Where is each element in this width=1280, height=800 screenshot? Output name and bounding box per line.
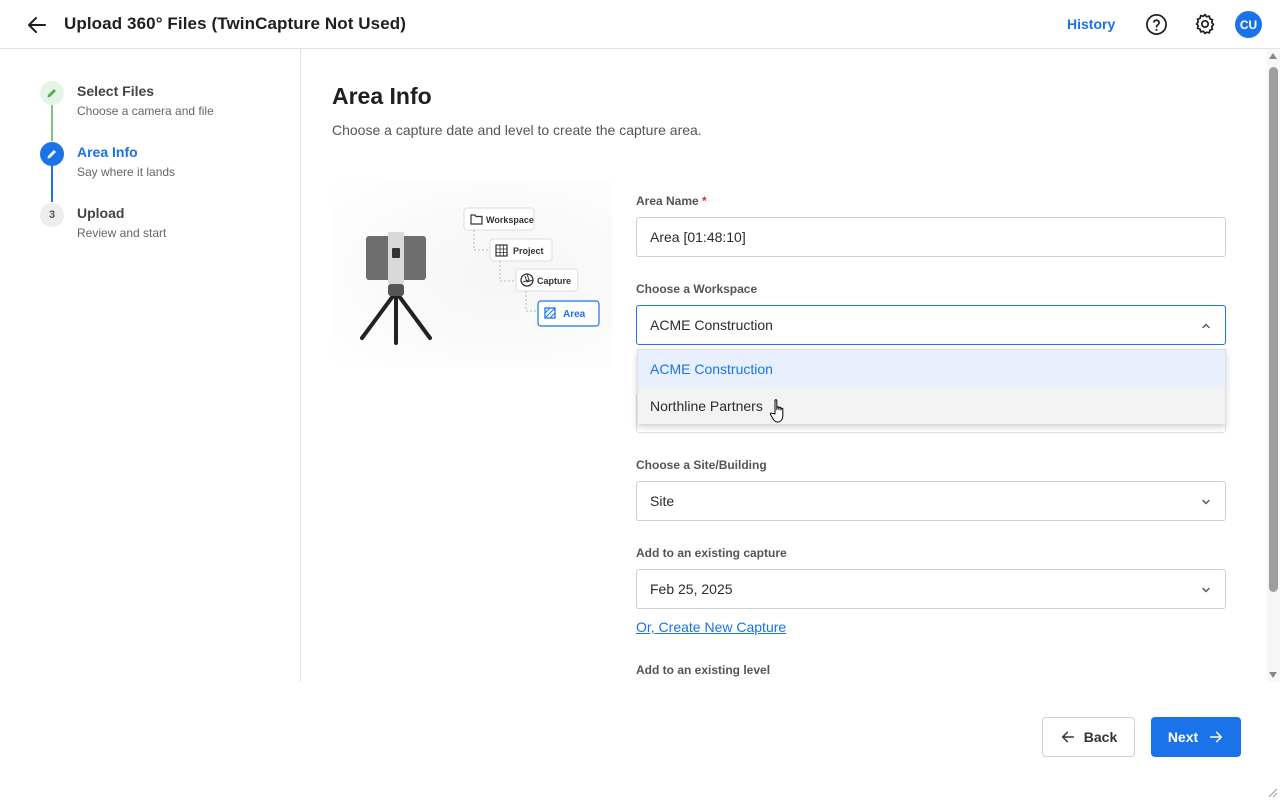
page-subtitle: Choose a capture date and level to creat… <box>332 122 702 138</box>
step-subtitle: Say where it lands <box>77 165 176 179</box>
tree-area: Area <box>537 300 600 327</box>
step-upload[interactable]: 3 Upload Review and start <box>40 203 280 243</box>
workspace-dropdown-menu: ACME Construction Northline Partners <box>637 349 1226 424</box>
step-title: Area Info <box>77 144 138 160</box>
workspace-selected-value: ACME Construction <box>650 317 773 333</box>
chevron-down-icon <box>1202 499 1210 505</box>
help-icon[interactable] <box>1145 13 1168 36</box>
scrollbar-thumb[interactable] <box>1269 67 1278 592</box>
step-subtitle: Review and start <box>77 226 167 240</box>
wizard-footer: Back Next <box>0 682 1280 800</box>
history-link[interactable]: History <box>1067 16 1115 32</box>
site-label: Choose a Site/Building <box>636 458 767 472</box>
tree-label: Project <box>513 246 544 256</box>
chevron-down-icon <box>1202 587 1210 593</box>
scroll-down-arrow-icon[interactable] <box>1269 672 1277 678</box>
capture-select[interactable]: Feb 25, 2025 <box>636 569 1226 609</box>
gear-icon[interactable] <box>1193 12 1217 36</box>
area-name-label: Area Name * <box>636 194 707 208</box>
capture-label: Add to an existing capture <box>636 546 787 560</box>
hierarchy-illustration: Workspace Project Capture Area <box>332 180 612 368</box>
tree-workspace: Workspace <box>463 207 535 231</box>
pencil-icon <box>47 150 56 159</box>
step-title: Upload <box>77 205 125 221</box>
back-button[interactable]: Back <box>1042 717 1135 757</box>
arrow-right-icon <box>1210 731 1223 743</box>
next-button[interactable]: Next <box>1151 717 1241 757</box>
resize-grip-icon[interactable] <box>1266 786 1278 798</box>
arrow-left-icon <box>1061 731 1074 743</box>
next-button-label: Next <box>1167 729 1199 745</box>
tree-label: Area <box>563 309 586 320</box>
main-scrollbar[interactable] <box>1267 49 1280 682</box>
step-active-indicator <box>40 142 64 166</box>
site-select[interactable]: Site <box>636 481 1226 521</box>
camera-tripod-illustration: Workspace Project Capture Area <box>360 207 600 345</box>
workspace-select[interactable]: ACME Construction <box>636 305 1226 345</box>
hand-cursor-icon <box>769 399 784 423</box>
capture-selected-value: Feb 25, 2025 <box>650 581 733 597</box>
step-select-files[interactable]: Select Files Choose a camera and file <box>40 81 280 121</box>
required-mark: * <box>702 194 707 208</box>
area-name-input[interactable]: Area [01:48:10] <box>636 217 1226 257</box>
page-header-title: Upload 360° Files (TwinCapture Not Used) <box>64 14 407 33</box>
step-title: Select Files <box>77 83 155 99</box>
page-title: Area Info <box>332 83 432 109</box>
user-avatar[interactable]: CU <box>1235 11 1262 38</box>
tree-project: Project <box>489 238 553 262</box>
app-header: Upload 360° Files (TwinCapture Not Used)… <box>0 0 1280 49</box>
level-label: Add to an existing level <box>636 663 771 677</box>
step-area-info[interactable]: Area Info Say where it lands <box>40 142 280 182</box>
tree-capture: Capture <box>515 268 579 292</box>
scroll-up-arrow-icon[interactable] <box>1269 53 1277 59</box>
workspace-option[interactable]: ACME Construction <box>638 350 1225 387</box>
step-number-indicator: 3 <box>40 203 64 227</box>
step-subtitle: Choose a camera and file <box>77 104 214 118</box>
pencil-icon <box>47 89 56 98</box>
chevron-up-icon <box>1202 323 1210 329</box>
tree-label: Capture <box>537 276 571 286</box>
step-completed-indicator <box>40 81 64 105</box>
tree-label: Workspace <box>486 215 534 225</box>
stepper-sidebar: Select Files Choose a camera and file Ar… <box>0 49 301 682</box>
area-name-value: Area [01:48:10] <box>650 229 746 245</box>
back-button-label: Back <box>1083 729 1118 745</box>
workspace-option[interactable]: Northline Partners <box>638 387 1225 424</box>
site-selected-value: Site <box>650 493 675 509</box>
workspace-label: Choose a Workspace <box>636 282 758 296</box>
create-new-capture-link[interactable]: Or, Create New Capture <box>636 619 786 635</box>
back-arrow-icon[interactable] <box>25 13 49 37</box>
